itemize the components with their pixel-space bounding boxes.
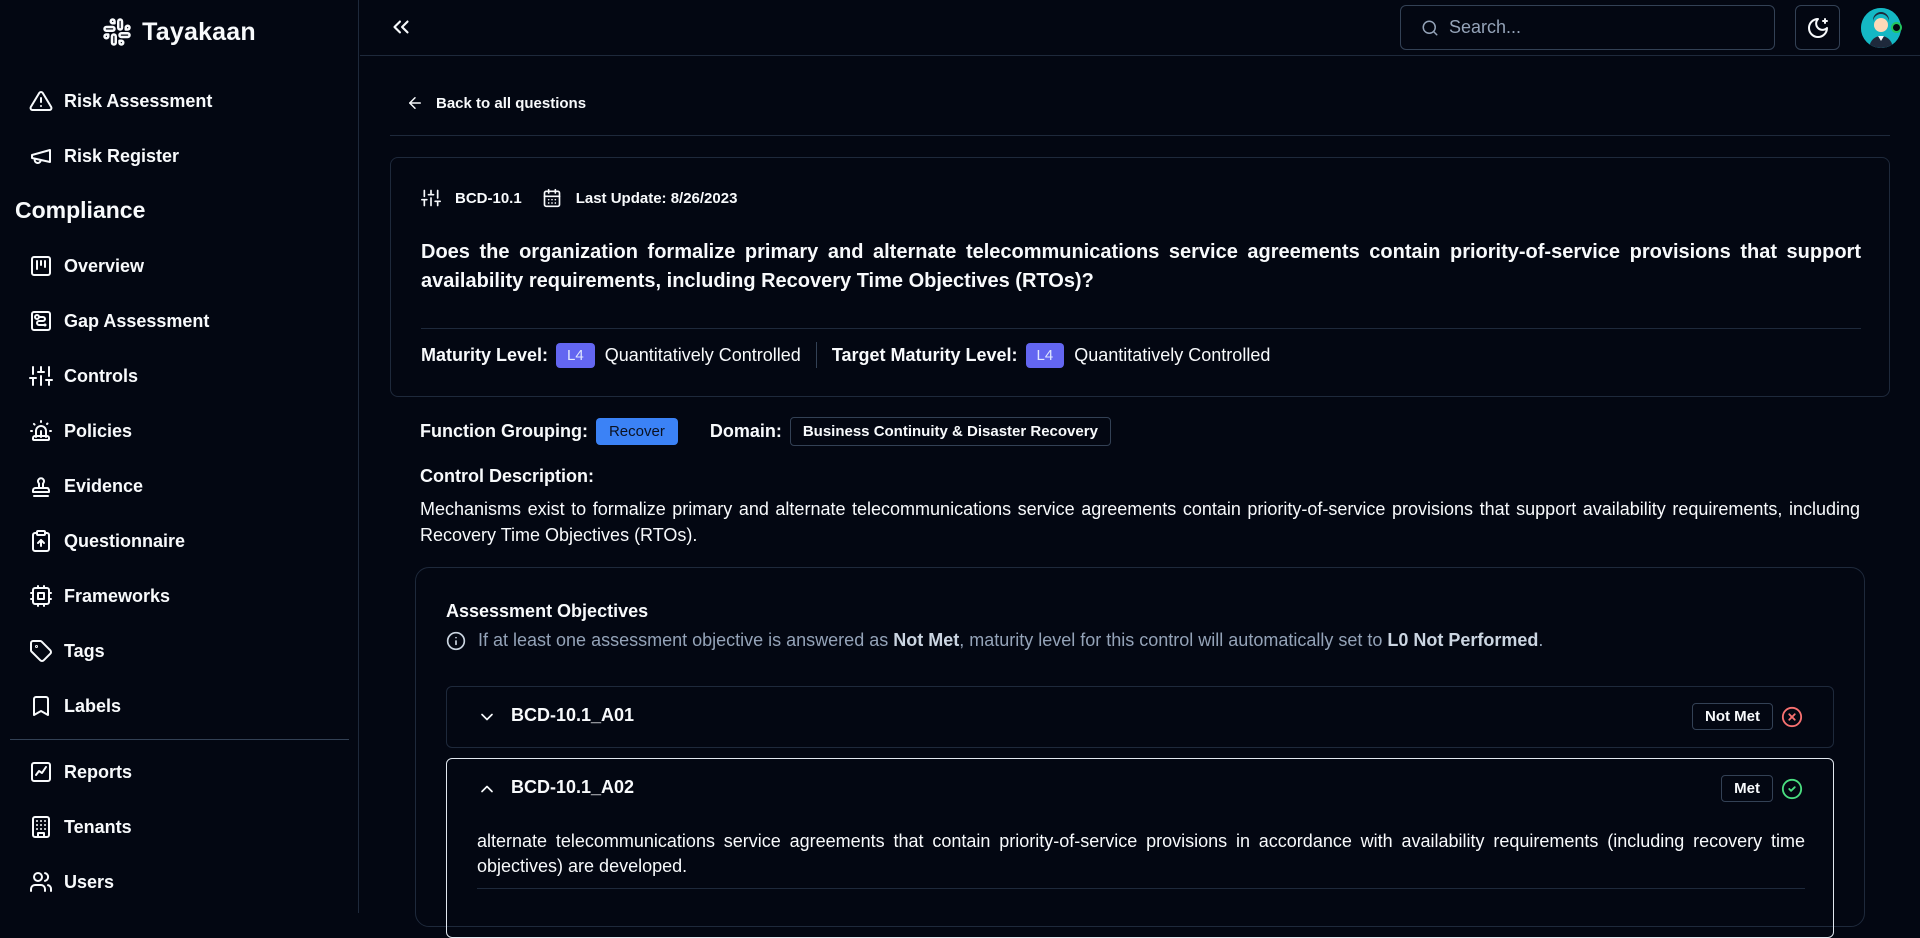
arrow-left-icon [409, 97, 421, 109]
divider [390, 135, 1890, 136]
theme-toggle-button[interactable] [1795, 5, 1840, 50]
assessment-objectives-title: Assessment Objectives [446, 601, 649, 621]
search-placeholder: Search... [1449, 17, 1522, 37]
maturity-row: Maturity Level: L4 Quantitatively Contro… [421, 340, 1270, 370]
control-description-label: Control Description: [420, 466, 594, 486]
note-part: , maturity level for this control will a… [959, 630, 1388, 650]
target-maturity-label: Target Maturity Level: [831, 344, 1018, 365]
calendar-icon [543, 188, 561, 208]
control-id-text: BCD-10.1 [455, 189, 522, 207]
maturity-badge: L4 [556, 342, 595, 368]
control-id: BCD-10.1 [421, 188, 522, 208]
question-title: Does the organization formalize primary … [421, 241, 1861, 292]
assessment-objectives-card: Assessment Objectives If at least one as… [415, 567, 1865, 938]
chevrons-left-icon [393, 20, 409, 34]
function-grouping-label: Function Grouping: [420, 421, 588, 441]
last-update-text: Last Update: 8/26/2023 [575, 189, 738, 207]
domain-badge: Business Continuity & Disaster Recovery [789, 417, 1111, 446]
note-part: If at least one assessment objective is … [478, 630, 894, 650]
question-card: BCD-10.1 Last Update: 8/26/2023 Does the… [390, 157, 1890, 397]
assessment-objectives-note: If at least one assessment objective is … [446, 630, 1543, 651]
moon-stars-icon [1807, 17, 1828, 38]
online-status-dot [1891, 22, 1902, 33]
maturity-label: Maturity Level: [421, 344, 549, 365]
note-bold-l0: L0 Not Performed [1387, 630, 1539, 650]
status-badge: Met [1721, 775, 1773, 802]
question-meta: BCD-10.1 Last Update: 8/26/2023 [421, 188, 757, 208]
chevron-down-icon[interactable] [477, 707, 497, 727]
search-icon [1422, 20, 1438, 35]
objective-item-a02[interactable]: BCD-10.1_A02 Met alternate telecommunica… [446, 758, 1834, 938]
check-circle-icon [1781, 778, 1803, 800]
note-text: If at least one assessment objective is … [478, 630, 1543, 651]
main-content: Search... Back to all questions BCD-10.1… [0, 0, 1920, 938]
objective-body: alternate telecommunications service agr… [477, 831, 1805, 876]
chevron-up-icon[interactable] [477, 779, 497, 799]
objective-code: BCD-10.1_A01 [511, 705, 635, 725]
domain-label: Domain: [709, 421, 782, 441]
objective-item-a01[interactable]: BCD-10.1_A01 Not Met [446, 686, 1834, 748]
control-description: Mechanisms exist to formalize primary an… [420, 499, 1860, 545]
status-badge: Not Met [1692, 703, 1773, 730]
info-icon [446, 631, 466, 650]
search-input[interactable]: Search... [1400, 5, 1775, 50]
collapse-sidebar-button[interactable] [388, 14, 416, 42]
x-circle-icon [1781, 706, 1803, 728]
divider [421, 328, 1861, 329]
note-part: . [1538, 630, 1544, 650]
vertical-divider [815, 342, 817, 368]
objective-code: BCD-10.1_A02 [511, 777, 635, 797]
target-maturity-value: Quantitatively Controlled [1074, 344, 1271, 365]
function-grouping-badge: Recover [595, 418, 678, 445]
back-to-questions-link[interactable]: Back to all questions [406, 94, 586, 112]
back-label: Back to all questions [436, 94, 587, 112]
app: Tayakaan Risk Assessment Risk Register C… [0, 0, 1920, 938]
note-bold-not-met: Not Met [893, 630, 960, 650]
grouping-row: Function Grouping: Recover Domain: Busin… [420, 417, 1111, 446]
sliders-icon [421, 189, 441, 207]
target-maturity-badge: L4 [1025, 342, 1065, 368]
maturity-value: Quantitatively Controlled [604, 344, 801, 365]
divider [477, 888, 1805, 889]
last-update: Last Update: 8/26/2023 [542, 188, 738, 208]
